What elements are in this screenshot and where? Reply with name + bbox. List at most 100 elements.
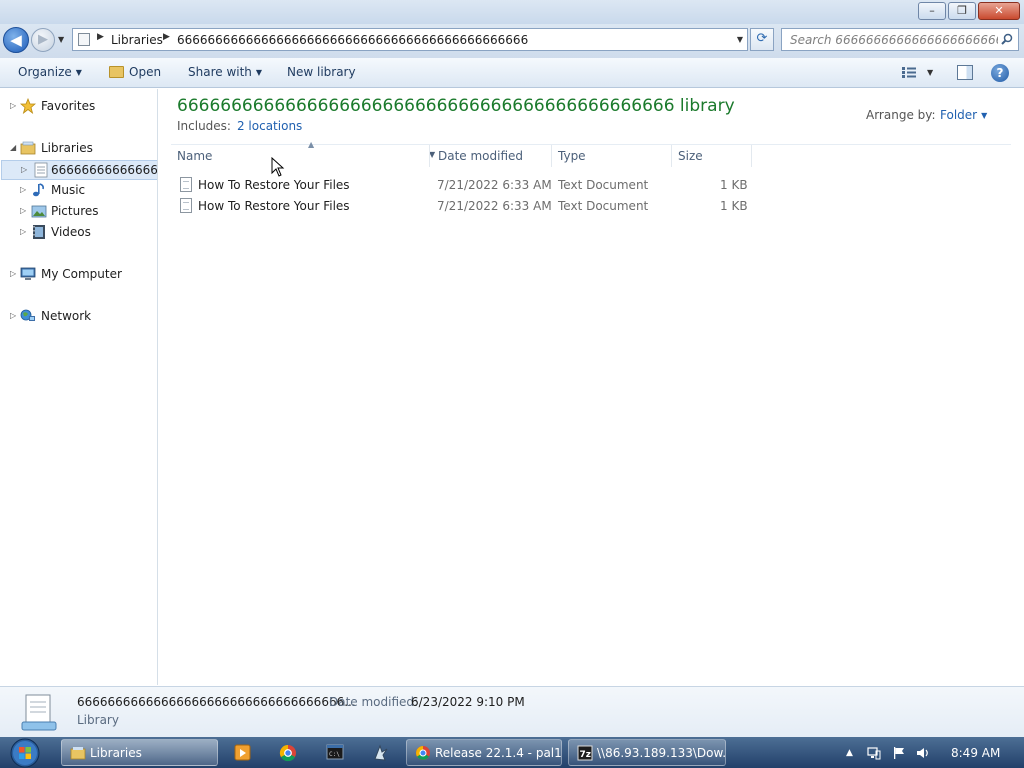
organize-button[interactable]: Organize ▼ <box>18 65 82 79</box>
library-includes: Includes: 2 locations <box>177 119 302 133</box>
minimize-button[interactable]: – <box>918 2 946 20</box>
navigation-pane: ▷ Favorites ◢ Libraries ▷ 66666666666666… <box>0 89 158 685</box>
details-item-name: 66666666666666666666666666666666666... <box>77 695 356 709</box>
expand-arrow-icon[interactable]: ▷ <box>20 206 26 215</box>
volume-icon[interactable] <box>916 746 930 760</box>
column-divider[interactable] <box>751 145 752 167</box>
videos-icon <box>33 225 45 239</box>
share-with-button[interactable]: Share with ▼ <box>188 65 262 79</box>
taskbar-7zip-button[interactable]: 7z \\86.93.189.133\Dow... <box>568 739 726 766</box>
sort-ascending-icon: ▲ <box>308 140 315 149</box>
libraries-icon <box>20 141 36 155</box>
close-button[interactable]: ✕ <box>978 2 1020 20</box>
text-document-icon <box>180 177 192 192</box>
help-icon[interactable]: ? <box>991 64 1009 82</box>
column-header-date-modified[interactable]: Date modified <box>438 149 523 163</box>
arrange-by-dropdown[interactable]: Folder ▼ <box>940 108 987 122</box>
show-hidden-icons-icon[interactable]: ▲ <box>846 748 853 758</box>
column-header-size[interactable]: Size <box>678 149 703 163</box>
new-library-button[interactable]: New library <box>287 65 356 79</box>
column-header-name[interactable]: Name <box>177 149 212 163</box>
expand-arrow-icon[interactable]: ▷ <box>10 269 16 278</box>
file-type: Text Document <box>558 178 649 192</box>
address-history-dropdown-icon[interactable]: ▼ <box>737 35 743 44</box>
recent-pages-dropdown[interactable]: ▼ <box>58 35 64 44</box>
start-button-icon[interactable] <box>6 737 44 768</box>
nav-pictures[interactable]: ▷ Pictures <box>0 202 157 222</box>
nav-my-computer[interactable]: ▷ My Computer <box>0 265 157 285</box>
breadcrumb-current-library[interactable]: 6666666666666666666666666666666666666666… <box>177 33 528 47</box>
refresh-button[interactable]: ⟳ <box>750 28 774 51</box>
expand-arrow-icon[interactable]: ▷ <box>20 185 26 194</box>
expand-arrow-icon[interactable]: ▷ <box>10 311 16 320</box>
nav-videos[interactable]: ▷ Videos <box>0 223 157 243</box>
expand-arrow-icon[interactable]: ▷ <box>10 101 16 110</box>
folder-open-icon <box>109 66 124 78</box>
includes-label: Includes: <box>177 119 231 133</box>
pictures-icon <box>31 205 47 218</box>
window-title-bar: – ❐ ✕ <box>0 0 1024 24</box>
chevron-down-icon: ▼ <box>981 111 988 120</box>
media-player-icon[interactable] <box>225 741 259 765</box>
change-view-icon[interactable] <box>902 67 916 78</box>
arrange-by-value: Folder <box>940 108 978 122</box>
network-tray-icon[interactable] <box>867 746 881 760</box>
nav-libraries[interactable]: ◢ Libraries <box>0 139 157 159</box>
breadcrumb-libraries[interactable]: Libraries <box>111 33 163 47</box>
file-size: 1 KB <box>720 178 748 192</box>
library-large-icon <box>21 694 57 731</box>
taskbar-explorer-button[interactable]: Libraries <box>61 739 218 766</box>
file-name: How To Restore Your Files <box>198 178 350 192</box>
open-button[interactable]: Open <box>109 65 161 79</box>
command-prompt-icon[interactable]: C:\ <box>318 741 352 765</box>
share-with-label: Share with <box>188 65 252 79</box>
column-divider[interactable] <box>551 145 552 167</box>
search-input[interactable]: Search 666666666666666666666666666666666… <box>781 28 1019 51</box>
nav-my-computer-label: My Computer <box>41 267 122 281</box>
maximize-button[interactable]: ❐ <box>948 2 976 20</box>
nav-network[interactable]: ▷ Network <box>0 307 157 327</box>
music-icon <box>33 183 44 197</box>
restore-icon: ❐ <box>957 4 967 17</box>
nav-music[interactable]: ▷ Music <box>0 181 157 201</box>
file-date-modified: 7/21/2022 6:33 AM <box>437 178 552 192</box>
nav-videos-label: Videos <box>51 225 91 239</box>
computer-icon <box>20 267 36 280</box>
nav-library-666[interactable]: ▷ 66666666666666666666666666666666666666… <box>1 160 158 180</box>
document-library-icon <box>34 162 48 178</box>
action-center-flag-icon[interactable] <box>892 746 906 760</box>
bird-app-icon[interactable] <box>363 741 397 765</box>
file-row[interactable]: How To Restore Your Files 7/21/2022 6:33… <box>177 196 767 216</box>
search-icon[interactable] <box>1001 33 1013 45</box>
back-button[interactable]: ◀ <box>3 27 29 53</box>
nav-favorites[interactable]: ▷ Favorites <box>0 97 157 117</box>
file-type: Text Document <box>558 199 649 213</box>
expand-arrow-icon[interactable]: ▷ <box>20 227 26 236</box>
clock[interactable]: 8:49 AM <box>951 746 1000 760</box>
breadcrumb-separator-icon[interactable]: ▶ <box>97 32 104 42</box>
7zip-icon: 7z <box>577 745 593 761</box>
expand-arrow-icon[interactable]: ▷ <box>21 165 27 174</box>
column-header-type[interactable]: Type <box>558 149 586 163</box>
column-divider[interactable] <box>429 145 430 167</box>
view-options-dropdown-icon[interactable]: ▼ <box>927 68 933 77</box>
file-date-modified: 7/21/2022 6:33 AM <box>437 199 552 213</box>
includes-locations-link[interactable]: 2 locations <box>237 119 302 133</box>
breadcrumb-separator-icon[interactable]: ▶ <box>163 32 170 42</box>
mouse-cursor-icon <box>271 157 285 177</box>
column-divider[interactable] <box>671 145 672 167</box>
library-title: 6666666666666666666666666666666666666666… <box>177 96 735 116</box>
new-library-label: New library <box>287 65 356 79</box>
preview-pane-icon[interactable] <box>957 65 973 80</box>
chrome-icon[interactable] <box>271 741 305 765</box>
nav-library-666-label: 6666666666666666666666666666666666666666… <box>51 163 158 177</box>
taskbar-7zip-label: \\86.93.189.133\Dow... <box>597 746 726 760</box>
caption-buttons: – ❐ ✕ <box>916 2 1020 20</box>
details-date-modified-label: Date modified: <box>329 695 419 709</box>
file-row[interactable]: How To Restore Your Files 7/21/2022 6:33… <box>177 175 767 195</box>
collapse-arrow-icon[interactable]: ◢ <box>10 143 16 152</box>
address-bar[interactable]: ▶ Libraries ▶ 66666666666666666666666666… <box>72 28 748 51</box>
taskbar-chrome-button[interactable]: Release 22.1.4 - pal10... <box>406 739 562 766</box>
forward-button[interactable]: ▶ <box>31 28 55 52</box>
nav-network-label: Network <box>41 309 92 323</box>
